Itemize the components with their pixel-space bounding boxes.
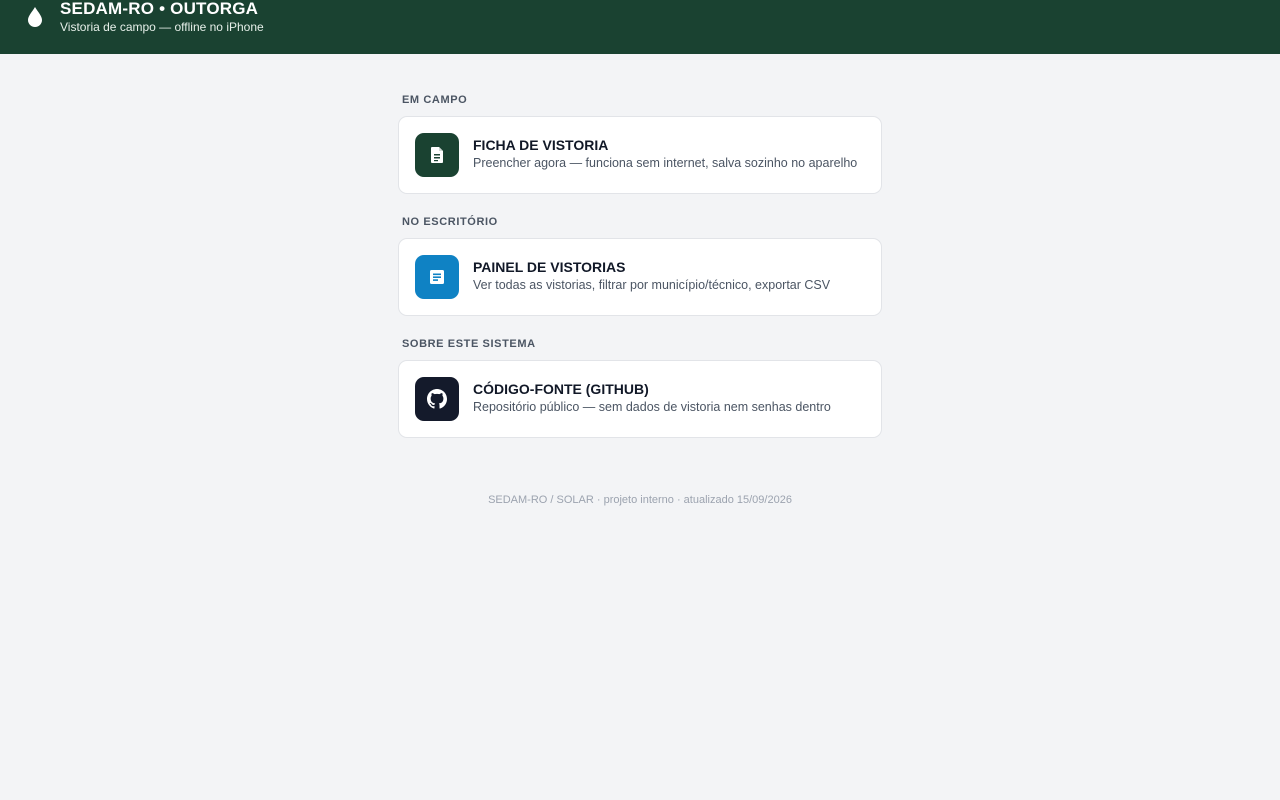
section-label-no-escritorio: NO ESCRITÓRIO: [402, 216, 498, 228]
water-drop-icon: [26, 4, 44, 28]
section-label-sobre-este-sistema: SOBRE ESTE SISTEMA: [402, 338, 536, 350]
card-codigo-fonte-github[interactable]: CÓDIGO-FONTE (GITHUB) Repositório públic…: [398, 360, 882, 438]
app-header: SEDAM-RO • OUTORGA Vistoria de campo — o…: [0, 0, 1280, 54]
card-title: CÓDIGO-FONTE (GITHUB): [473, 381, 649, 397]
page-footer: SEDAM-RO / SOLAR · projeto interno · atu…: [488, 494, 792, 506]
app-subtitle: Vistoria de campo — offline no iPhone: [60, 20, 264, 34]
card-description: Preencher agora — funciona sem internet,…: [473, 156, 858, 170]
card-title: PAINEL DE VISTORIAS: [473, 259, 626, 275]
card-description: Repositório público — sem dados de visto…: [473, 400, 831, 414]
app-title: SEDAM-RO • OUTORGA: [60, 0, 259, 18]
card-painel-de-vistorias[interactable]: PAINEL DE VISTORIAS Ver todas as vistori…: [398, 238, 882, 316]
section-label-em-campo: EM CAMPO: [402, 94, 468, 106]
report-icon: [415, 255, 459, 299]
document-icon: [415, 133, 459, 177]
card-description: Ver todas as vistorias, filtrar por muni…: [473, 278, 831, 292]
github-icon: [415, 377, 459, 421]
card-title: FICHA DE VISTORIA: [473, 137, 609, 153]
card-ficha-de-vistoria[interactable]: FICHA DE VISTORIA Preencher agora — func…: [398, 116, 882, 194]
